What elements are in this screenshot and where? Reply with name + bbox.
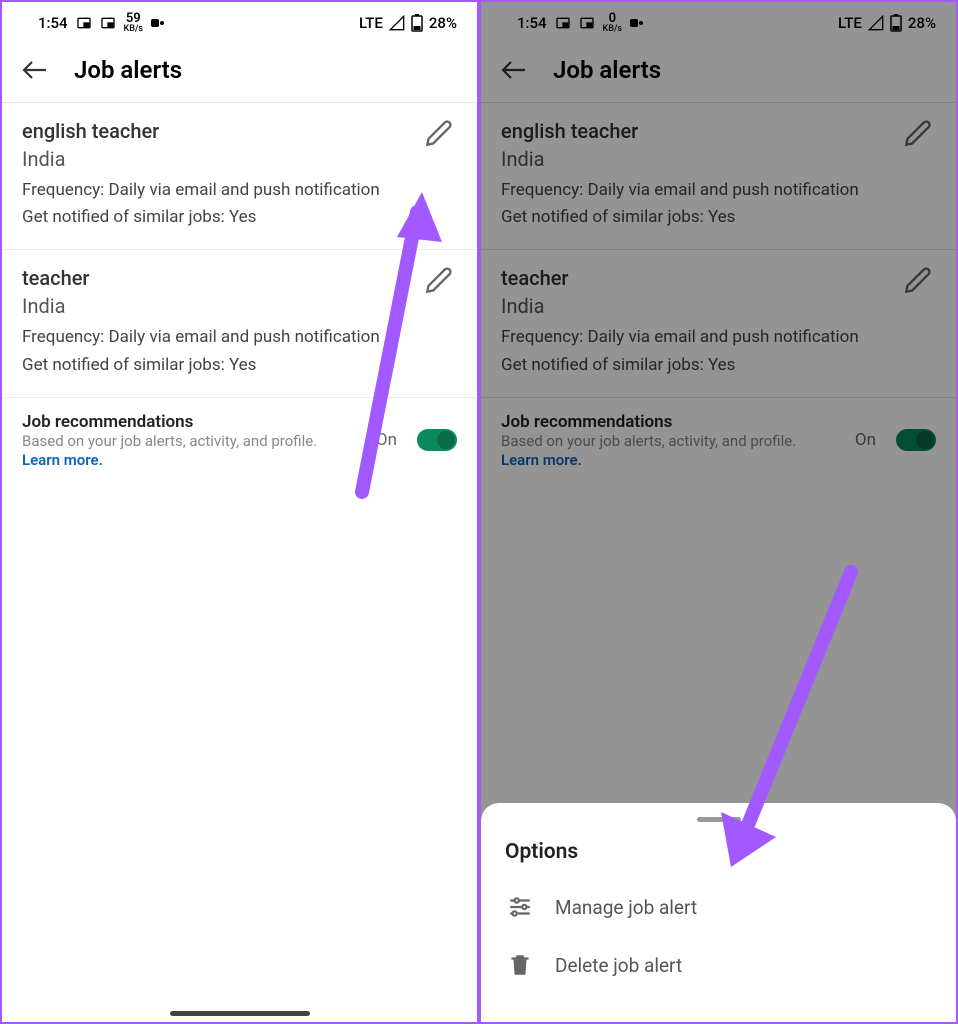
recs-title: Job recommendations [22, 412, 364, 432]
sheet-drag-handle[interactable] [697, 817, 741, 822]
screenshot-right: 1:54 0KB/s LTE 28% Job alerts english te… [479, 0, 958, 1024]
sliders-icon [507, 894, 533, 920]
screenshot-left: 1:54 59KB/s LTE 28% Job alerts english t… [0, 0, 479, 1024]
network-speed: 59KB/s [124, 12, 144, 34]
manage-label: Manage job alert [555, 896, 697, 919]
pip-icon-2 [100, 15, 116, 31]
alert-similar: Get notified of similar jobs: Yes [22, 352, 457, 379]
alert-location: India [22, 147, 457, 171]
sheet-title: Options [481, 840, 956, 878]
recs-subtitle: Based on your job alerts, activity, and … [22, 432, 364, 450]
job-recommendations-row: Job recommendations Based on your job al… [2, 398, 477, 483]
alert-item-0[interactable]: english teacher India Frequency: Daily v… [2, 103, 477, 250]
battery-percent: 28% [429, 14, 457, 32]
back-button[interactable] [20, 58, 52, 82]
trash-icon [507, 952, 533, 978]
status-time: 1:54 [38, 14, 68, 32]
edit-alert-button[interactable] [425, 266, 453, 294]
recs-state: On [376, 430, 397, 450]
pip-icon-1 [76, 15, 92, 31]
learn-more-link[interactable]: Learn more. [22, 451, 103, 469]
alert-location: India [22, 294, 457, 318]
alert-item-1[interactable]: teacher India Frequency: Daily via email… [2, 250, 477, 397]
signal-type: LTE [359, 14, 383, 32]
page-title: Job alerts [74, 56, 182, 84]
android-nav-bar[interactable] [170, 1011, 310, 1016]
delete-job-alert-option[interactable]: Delete job alert [481, 936, 956, 994]
notification-dot-icon [151, 16, 165, 30]
manage-job-alert-option[interactable]: Manage job alert [481, 878, 956, 936]
recs-toggle[interactable] [417, 429, 457, 451]
edit-alert-button[interactable] [425, 119, 453, 147]
battery-icon [411, 14, 423, 32]
status-bar: 1:54 59KB/s LTE 28% [2, 2, 477, 42]
delete-label: Delete job alert [555, 954, 682, 977]
alert-title: english teacher [22, 119, 457, 143]
alert-similar: Get notified of similar jobs: Yes [22, 204, 457, 231]
page-header: Job alerts [2, 42, 477, 103]
alert-frequency: Frequency: Daily via email and push noti… [22, 177, 457, 204]
options-bottom-sheet: Options Manage job alert Delete job aler… [481, 803, 956, 1022]
signal-icon [389, 15, 405, 31]
alert-frequency: Frequency: Daily via email and push noti… [22, 324, 457, 351]
alert-title: teacher [22, 266, 457, 290]
